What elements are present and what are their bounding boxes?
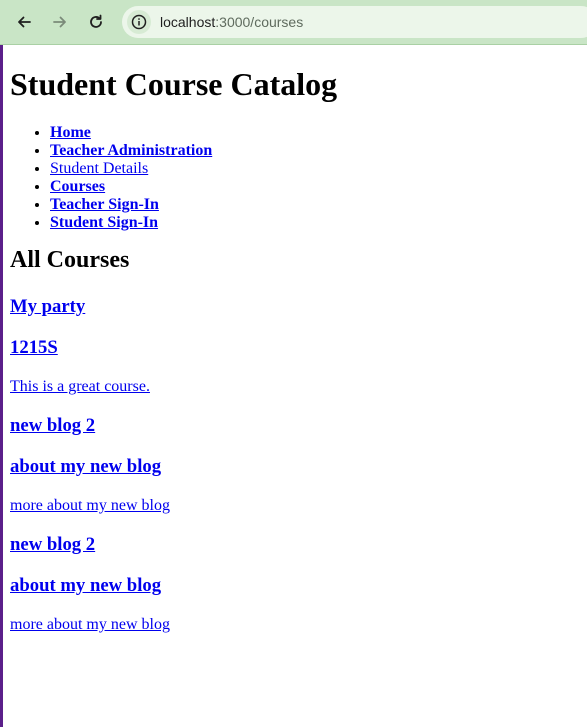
course-description: more about my new blog [10,616,580,634]
course-description: This is a great course. [10,378,580,396]
course-description-link[interactable]: more about my new blog [10,497,170,514]
page-title: Student Course Catalog [10,66,338,102]
browser-window: localhost:3000/courses Student Course Ca… [0,0,587,727]
course-title-link[interactable]: 1215S [10,337,58,358]
course-description: more about my new blog [10,497,580,515]
course-title: about my new blog [10,575,580,597]
nav-link-student-details[interactable]: Student Details [50,160,148,177]
course-title-link[interactable]: new blog 2 [10,415,95,436]
back-button[interactable] [10,8,38,36]
reload-button[interactable] [82,8,110,36]
nav-item-student-sign-in: Student Sign-In [50,214,580,232]
course-title-link[interactable]: about my new blog [10,575,161,596]
course-title: new blog 2 [10,415,580,437]
browser-toolbar: localhost:3000/courses [0,0,587,44]
course-description-link[interactable]: This is a great course. [10,378,150,395]
info-icon [131,14,147,30]
nav-item-courses: Courses [50,178,580,196]
course-title-link[interactable]: new blog 2 [10,534,95,555]
page-content: Student Course Catalog Home Teacher Admi… [10,45,580,634]
nav-item-teacher-administration: Teacher Administration [50,142,580,160]
nav-link-home[interactable]: Home [50,124,91,141]
course-title: My party [10,296,580,318]
address-bar[interactable]: localhost:3000/courses [122,6,587,38]
course-description-link[interactable]: more about my new blog [10,616,170,633]
section-heading: All Courses [10,247,130,273]
site-info-button[interactable] [127,10,151,34]
course-list: My party 1215S This is a great course. n… [10,296,580,634]
url-path: :3000/courses [215,14,304,30]
course-title: about my new blog [10,456,580,478]
course-title-link[interactable]: My party [10,296,85,317]
main-nav: Home Teacher Administration Student Deta… [10,124,580,232]
course-title: new blog 2 [10,534,580,556]
url-host: localhost [160,14,216,30]
arrow-right-icon [53,16,66,28]
nav-link-teacher-administration[interactable]: Teacher Administration [50,142,212,159]
url-text[interactable]: localhost:3000/courses [160,14,303,30]
nav-item-home: Home [50,124,580,142]
forward-button[interactable] [46,8,74,36]
nav-item-teacher-sign-in: Teacher Sign-In [50,196,580,214]
arrow-left-icon [18,16,31,28]
window-edge [0,0,3,727]
course-title: 1215S [10,337,580,359]
nav-item-student-details: Student Details [50,160,580,178]
nav-link-teacher-sign-in[interactable]: Teacher Sign-In [50,196,159,213]
course-title-link[interactable]: about my new blog [10,456,161,477]
nav-link-student-sign-in[interactable]: Student Sign-In [50,214,158,231]
nav-link-courses[interactable]: Courses [50,178,105,195]
reload-icon [90,14,102,28]
